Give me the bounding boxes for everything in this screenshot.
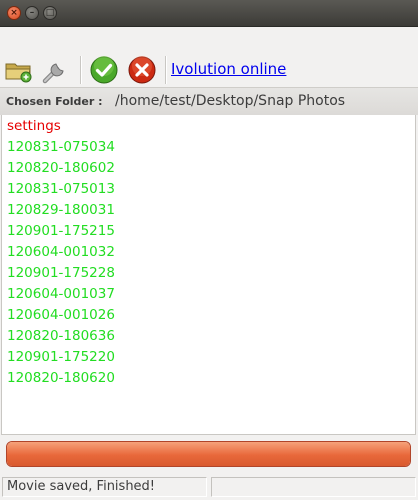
status-cell-main: Movie saved, Finished! — [2, 477, 207, 497]
list-item[interactable]: 120604-001032 — [7, 242, 115, 263]
list-item[interactable]: 120901-175215 — [7, 221, 115, 242]
minimize-icon[interactable]: – — [25, 6, 39, 20]
list-item[interactable]: 120604-001037 — [7, 284, 115, 305]
cancel-x-icon — [128, 56, 156, 84]
wrench-icon — [42, 61, 64, 84]
status-message: Movie saved, Finished! — [7, 479, 156, 494]
settings-button[interactable] — [40, 55, 70, 85]
chosen-folder-label: Chosen Folder : — [6, 95, 103, 108]
list-item[interactable]: 120604-001026 — [7, 305, 115, 326]
list-item[interactable]: 120820-180636 — [7, 326, 115, 347]
toolbar: Ivolution online — [0, 27, 418, 87]
list-item-settings[interactable]: settings — [7, 116, 61, 137]
checkmark-icon — [90, 56, 118, 84]
progress-fill — [7, 442, 410, 466]
open-folder-button[interactable] — [4, 55, 34, 85]
chosen-folder-path: /home/test/Desktop/Snap Photos — [115, 93, 346, 109]
app-window: × – □ Ivolution online Chosen Folder: /… — [0, 0, 418, 500]
list-item[interactable]: 120901-175228 — [7, 263, 115, 284]
list-item[interactable]: 120829-180031 — [7, 200, 115, 221]
toolbar-separator — [165, 56, 167, 84]
start-button[interactable] — [89, 55, 119, 85]
ivolution-online-link[interactable]: Ivolution online — [171, 60, 286, 78]
list-item[interactable]: 120901-175220 — [7, 347, 115, 368]
status-bar: Movie saved, Finished! — [0, 474, 418, 500]
list-item[interactable]: 120820-180602 — [7, 158, 115, 179]
progress-bar — [6, 441, 411, 467]
toolbar-separator — [80, 56, 82, 84]
maximize-icon[interactable]: □ — [43, 6, 57, 20]
title-bar: × – □ — [0, 0, 418, 27]
status-cell-secondary — [211, 477, 416, 497]
file-list[interactable]: settings 120831-075034 120820-180602 120831… — [1, 115, 416, 435]
folder-open-icon — [5, 63, 32, 83]
chosen-folder-row: Chosen Folder : /home/test/Desktop/Snap … — [0, 87, 418, 115]
list-item[interactable]: 120820-180620 — [7, 368, 115, 389]
list-item[interactable]: 120831-075034 — [7, 137, 115, 158]
cancel-button[interactable] — [127, 55, 157, 85]
close-icon[interactable]: × — [7, 6, 21, 20]
list-item[interactable]: 120831-075013 — [7, 179, 115, 200]
